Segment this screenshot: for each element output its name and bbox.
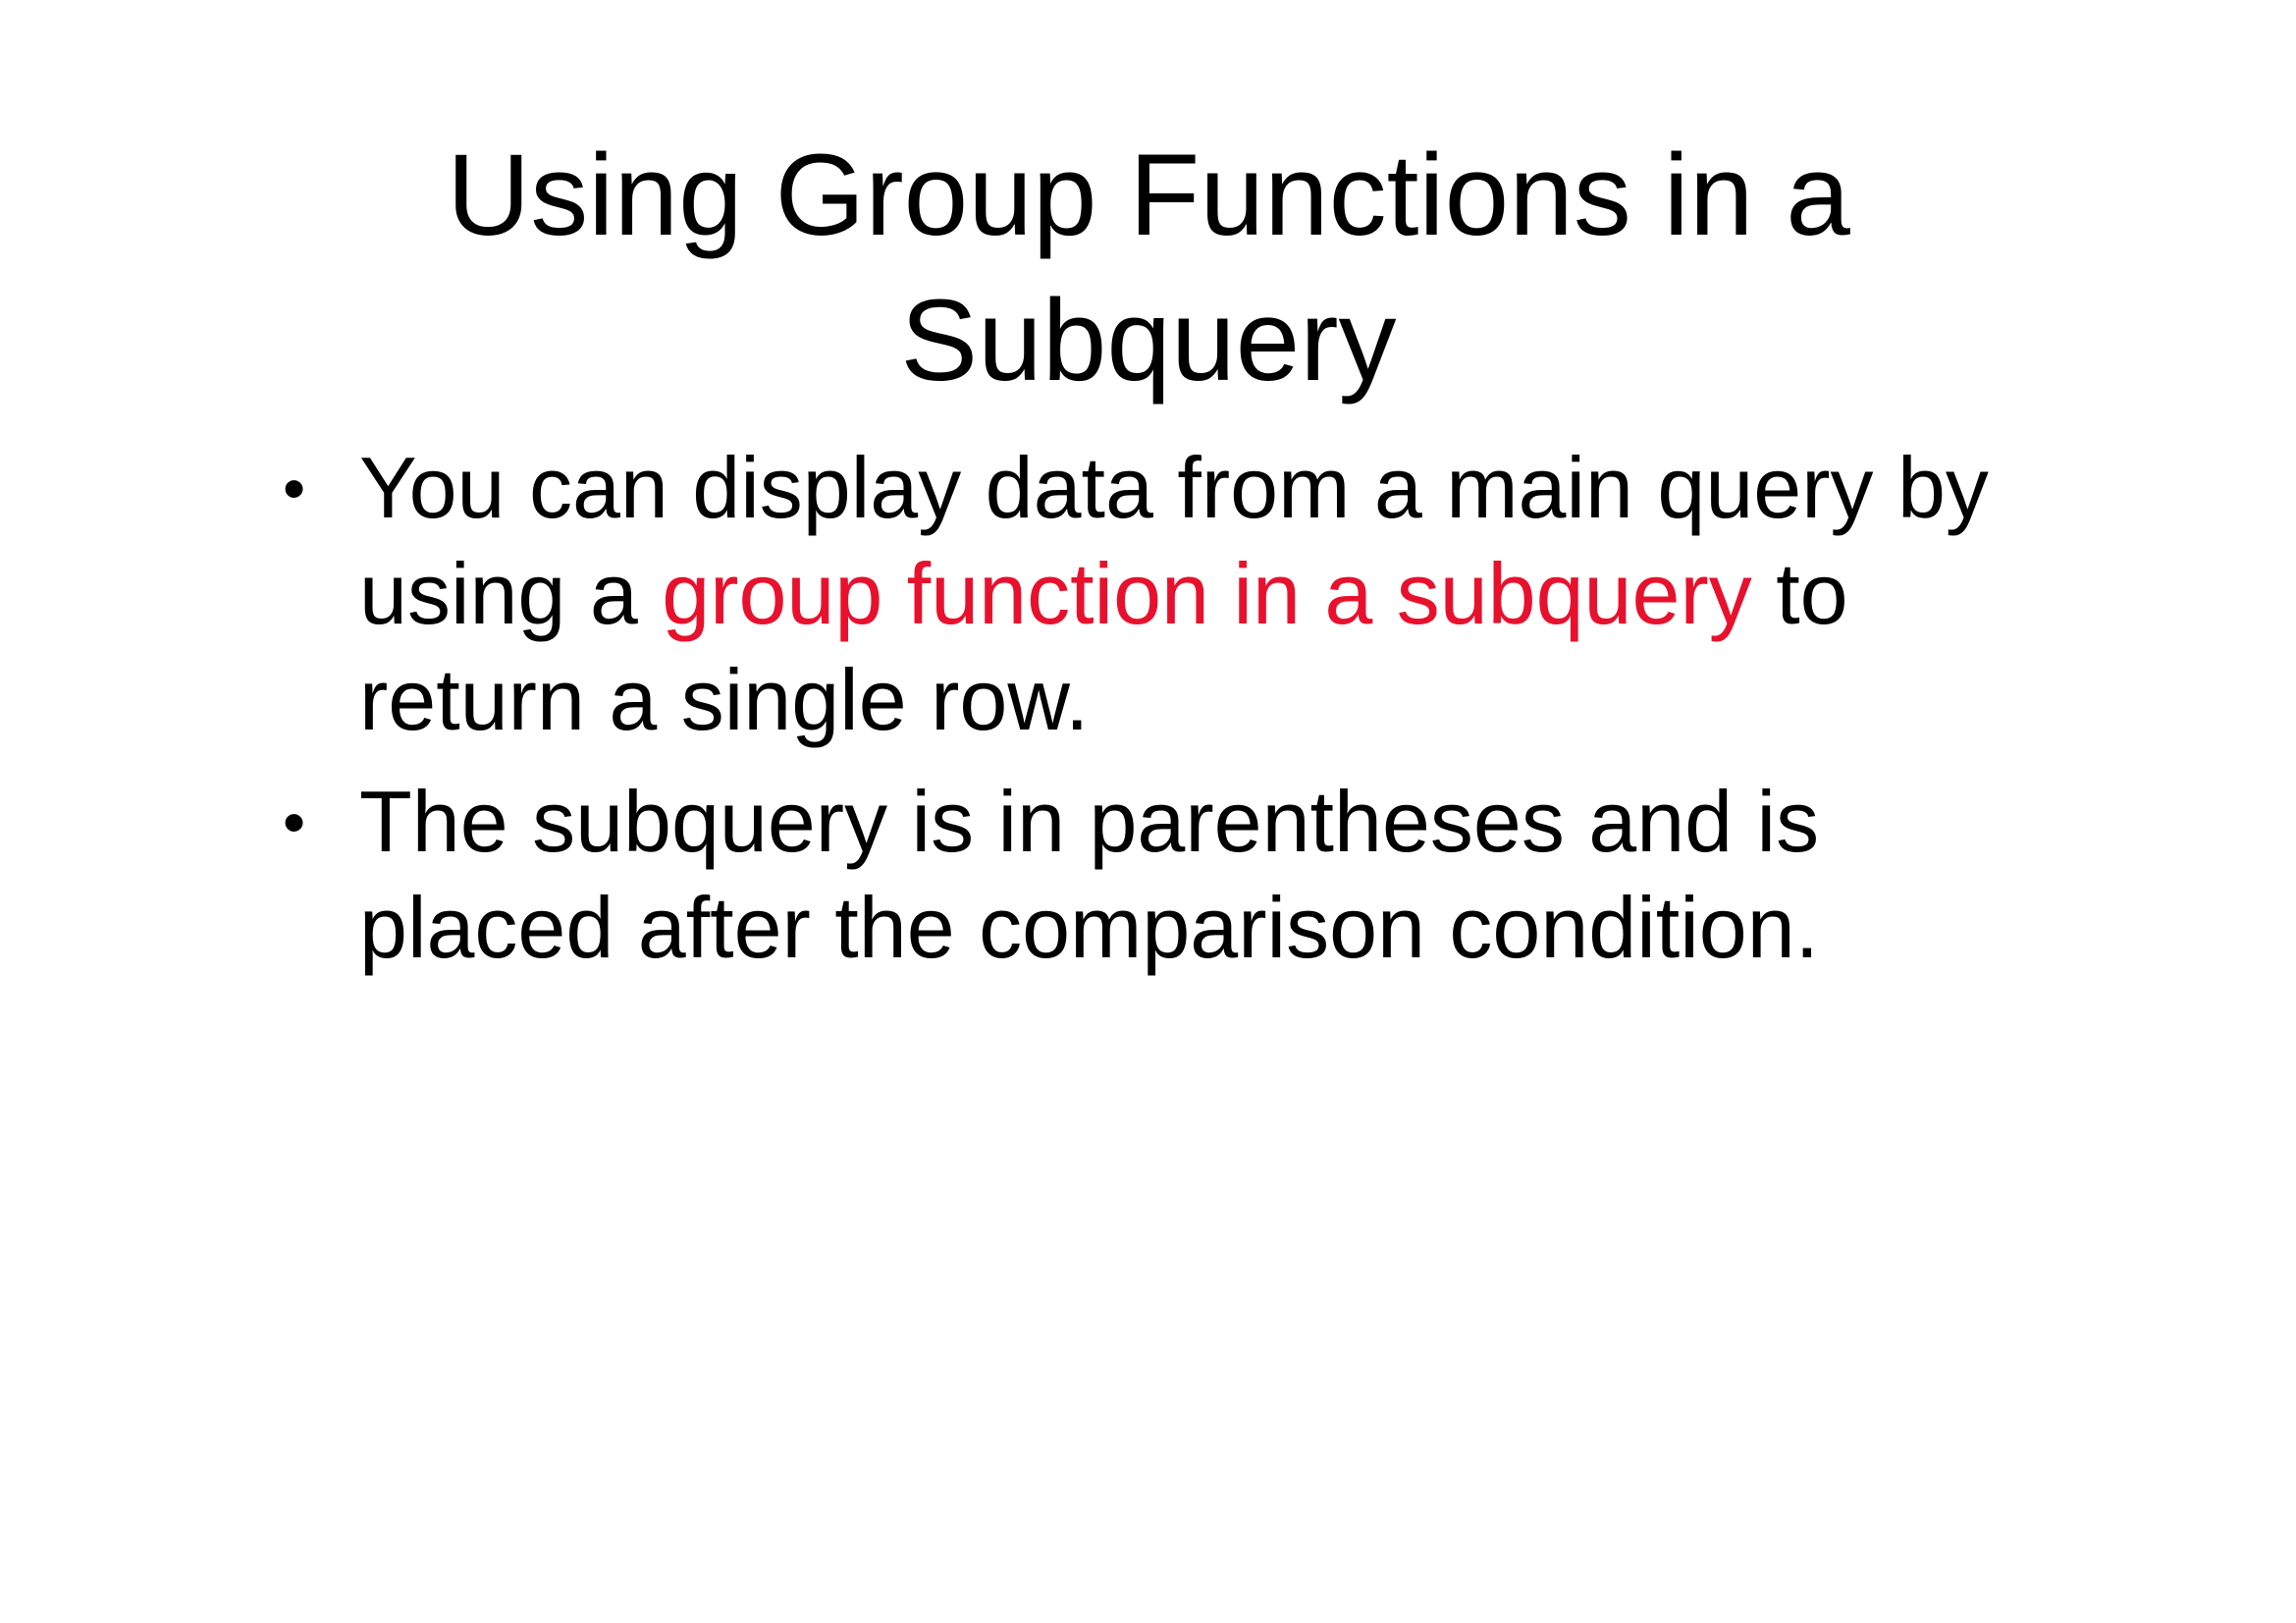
bullet-marker: • bbox=[283, 452, 306, 524]
bullet-item-2: • The subquery is in parentheses and is … bbox=[275, 769, 2061, 981]
bullet-list: • You can display data from a main query… bbox=[275, 435, 2061, 997]
slide: Using Group Functions in a Subquery • Yo… bbox=[0, 0, 2296, 1623]
title-line-2: Subquery bbox=[900, 276, 1397, 406]
bullet-marker: • bbox=[283, 785, 306, 858]
highlighted-phrase: group function in a subquery bbox=[662, 545, 1752, 642]
title-line-1: Using Group Functions in a bbox=[447, 131, 1850, 260]
slide-title: Using Group Functions in a Subquery bbox=[294, 123, 2002, 413]
bullet-text: The subquery is in parentheses and is pl… bbox=[359, 773, 1820, 976]
bullet-item-1: • You can display data from a main query… bbox=[275, 435, 2061, 753]
